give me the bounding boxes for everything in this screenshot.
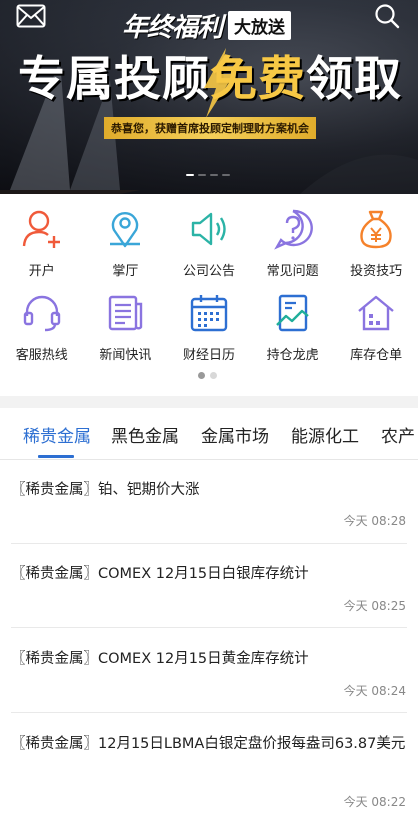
pager-dot — [210, 372, 217, 379]
grid-item-position-ranking[interactable]: 持仓龙虎 — [251, 292, 335, 372]
grid-row: 开户 掌厅 公司公告 常见问题 投资技巧 — [0, 208, 418, 288]
grid-item-company-notice[interactable]: 公司公告 — [167, 208, 251, 288]
news-item[interactable]: 〖稀贵金属〗COMEX 12月15日黄金库存统计 今天 08:24 — [0, 628, 418, 713]
news-list: 〖稀贵金属〗铂、钯期价大涨 今天 08:28 〖稀贵金属〗COMEX 12月15… — [0, 460, 418, 834]
news-item[interactable]: 〖稀贵金属〗12月15日LBMA白银定盘价报每盎司63.87美元 今天 08:2… — [0, 713, 418, 834]
speaker-icon — [191, 212, 226, 246]
mail-button[interactable] — [14, 2, 48, 30]
pager-dot — [198, 372, 205, 379]
grid-row: 客服热线 新闻快讯 财经日历 持仓龙虎 库存仓单 — [0, 292, 418, 372]
grid-label: 公司公告 — [182, 264, 235, 279]
grid-label: 开户 — [28, 264, 55, 279]
grid-item-mobile-hall[interactable]: 掌厅 — [84, 208, 168, 288]
location-pin-icon — [110, 212, 141, 248]
news-title: 〖稀贵金属〗COMEX 12月15日黄金库存统计 — [11, 651, 309, 667]
grid-pager — [198, 372, 217, 379]
warehouse-icon — [358, 295, 394, 331]
grid-item-finance-calendar[interactable]: 财经日历 — [167, 292, 251, 372]
calendar-icon — [190, 295, 228, 332]
promo-script-text: 年终福利 — [122, 12, 223, 43]
grid-item-news-flash[interactable]: 新闻快讯 — [84, 292, 168, 372]
grid-item-investment-tips[interactable]: 投资技巧 — [334, 208, 418, 288]
grid-label: 新闻快讯 — [99, 348, 152, 363]
grid-label: 库存仓单 — [350, 348, 403, 363]
tab-ferrous-metals[interactable]: 黑色金属 — [111, 422, 179, 447]
news-time: 今天 08:25 — [343, 599, 406, 613]
grid-label: 常见问题 — [266, 264, 319, 279]
banner-pager — [186, 174, 230, 176]
tab-metals-market[interactable]: 金属市场 — [201, 422, 269, 447]
chart-doc-icon — [275, 294, 309, 332]
news-time: 今天 08:24 — [343, 684, 406, 698]
money-bag-icon — [360, 210, 392, 249]
grid-label: 持仓龙虎 — [266, 348, 319, 363]
grid-label: 客服热线 — [15, 348, 68, 363]
grid-label: 掌厅 — [112, 264, 139, 279]
pager-dot — [210, 174, 218, 176]
search-button[interactable] — [370, 2, 404, 30]
headset-icon — [23, 295, 60, 332]
promo-subtitle: 恭喜您，获赠首席投顾定制理财方案机会 — [104, 117, 316, 139]
grid-item-faq[interactable]: 常见问题 — [251, 208, 335, 288]
pager-dot — [222, 174, 230, 176]
category-tabs: 稀贵金属 黑色金属 金属市场 能源化工 农产 — [0, 408, 418, 460]
tab-agriculture[interactable]: 农产 — [381, 422, 415, 447]
promo-boxed-text: 大放送 — [228, 10, 292, 40]
grid-item-open-account[interactable]: 开户 — [0, 208, 84, 288]
grid-item-service-hotline[interactable]: 客服热线 — [0, 292, 84, 372]
tab-precious-metals[interactable]: 稀贵金属 — [23, 422, 91, 447]
headline-part-a: 专属投顾 — [18, 52, 210, 107]
mail-icon — [16, 4, 46, 28]
news-item[interactable]: 〖稀贵金属〗COMEX 12月15日白银库存统计 今天 08:25 — [0, 544, 418, 628]
pager-dot — [186, 174, 194, 176]
newspaper-icon — [109, 295, 143, 331]
news-item[interactable]: 〖稀贵金属〗铂、钯期价大涨 今天 08:28 — [0, 460, 418, 544]
news-title: 〖稀贵金属〗COMEX 12月15日白银库存统计 — [11, 566, 309, 582]
promo-banner[interactable]: 年终福利 大放送 专属投顾免费领取 恭喜您，获赠首席投顾定制理财方案机会 — [0, 0, 418, 194]
news-title: 〖稀贵金属〗12月15日LBMA白银定盘价报每盎司63.87美元 — [11, 736, 406, 752]
news-time: 今天 08:28 — [343, 514, 406, 528]
user-add-icon — [22, 210, 60, 248]
grid-label: 投资技巧 — [350, 264, 403, 279]
grid-label: 财经日历 — [182, 348, 235, 363]
feature-grid: 开户 掌厅 公司公告 常见问题 投资技巧 客服热线 新闻快讯 财经日历 持仓龙虎… — [0, 194, 418, 396]
tab-active-indicator — [38, 455, 74, 458]
news-title: 〖稀贵金属〗铂、钯期价大涨 — [11, 482, 200, 498]
news-time: 今天 08:22 — [343, 795, 406, 809]
headline-part-c: 领取 — [306, 52, 402, 107]
pager-dot — [198, 174, 206, 176]
grid-item-warehouse-receipt[interactable]: 库存仓单 — [334, 292, 418, 372]
promo-tagline: 年终福利 大放送 — [122, 8, 292, 43]
tab-energy-chemicals[interactable]: 能源化工 — [291, 422, 359, 447]
question-icon — [273, 209, 313, 250]
lightning-bolt-icon — [204, 48, 234, 118]
search-icon — [375, 4, 400, 29]
